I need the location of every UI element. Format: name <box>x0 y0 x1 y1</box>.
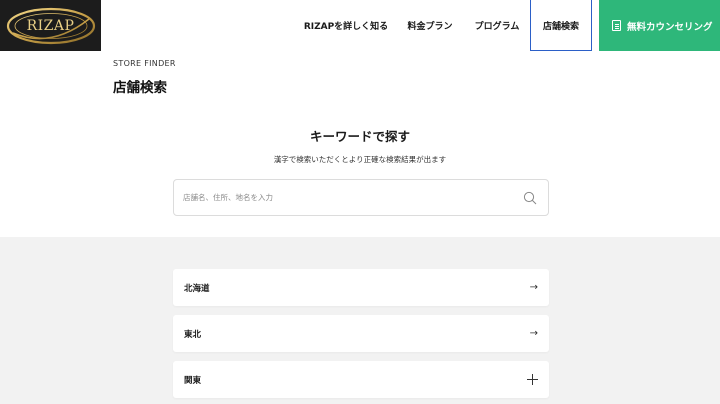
page-title: 店舗検索 <box>113 80 167 96</box>
document-icon <box>612 20 621 31</box>
logo-text: RIZAP <box>26 17 75 34</box>
region-card-kanto[interactable]: 関東 <box>173 361 549 398</box>
plus-icon <box>527 374 538 385</box>
nav-item-program[interactable]: プログラム <box>464 0 530 51</box>
region-card-tohoku[interactable]: 東北 → <box>173 315 549 352</box>
cta-label: 無料カウンセリング <box>627 21 713 33</box>
search-input[interactable] <box>174 180 514 215</box>
rizap-logo[interactable]: RIZAP <box>0 0 101 51</box>
free-counseling-button[interactable]: 無料カウンセリング <box>599 0 720 51</box>
arrow-right-icon: → <box>529 282 538 293</box>
search-box <box>173 179 549 216</box>
nav-item-store-search[interactable]: 店舗検索 <box>530 0 592 51</box>
main-nav: RIZAPを詳しく知る 料金プラン プログラム 店舗検索 <box>296 0 592 51</box>
arrow-right-icon: → <box>529 328 538 339</box>
region-label: 北海道 <box>184 283 210 294</box>
nav-item-about[interactable]: RIZAPを詳しく知る <box>296 0 396 51</box>
nav-item-pricing[interactable]: 料金プラン <box>396 0 464 51</box>
region-label: 関東 <box>184 375 202 386</box>
keyword-search-title: キーワードで探す <box>309 129 410 144</box>
keyword-search-hint: 漢字で検索いただくとより正確な検索結果が出ます <box>273 155 447 164</box>
search-icon[interactable] <box>523 191 537 205</box>
region-list-section: 北海道 → 東北 → 関東 <box>0 237 720 404</box>
region-label: 東北 <box>184 329 202 340</box>
region-card-hokkaido[interactable]: 北海道 → <box>173 269 549 306</box>
page-eyebrow: STORE FINDER <box>113 59 176 68</box>
site-header: RIZAP RIZAPを詳しく知る 料金プラン プログラム 店舗検索 無料カウン… <box>0 0 720 51</box>
